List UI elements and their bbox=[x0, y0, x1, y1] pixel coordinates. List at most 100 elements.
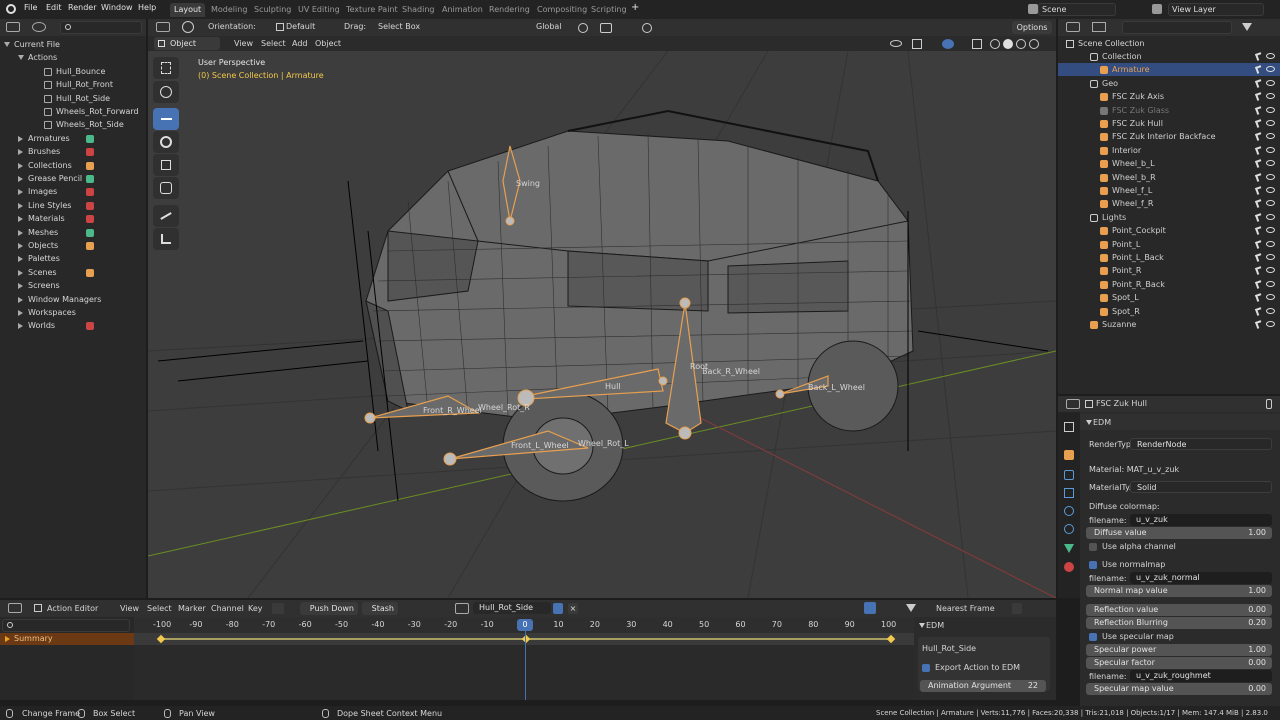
select-arrow-icon[interactable] bbox=[1254, 199, 1264, 209]
overlay-icon[interactable] bbox=[942, 39, 954, 49]
snap-icon[interactable] bbox=[600, 23, 612, 33]
proportional-icon[interactable] bbox=[1012, 603, 1022, 614]
fake-user-icon[interactable] bbox=[553, 603, 563, 614]
tab-animation[interactable]: Animation bbox=[438, 3, 487, 17]
transform-icon[interactable] bbox=[182, 21, 194, 33]
expand-arrow-right-icon[interactable] bbox=[18, 256, 23, 263]
diffuse-value-slider[interactable]: Diffuse value 1.00 bbox=[1086, 527, 1272, 539]
eye-icon[interactable] bbox=[1266, 280, 1275, 287]
eye-icon[interactable] bbox=[1266, 254, 1275, 260]
expand-arrow-right-icon[interactable] bbox=[18, 269, 23, 276]
tree-category-materials[interactable]: Materials bbox=[0, 212, 146, 225]
physics-tab-icon[interactable] bbox=[1064, 506, 1074, 516]
cursor-icon[interactable] bbox=[864, 602, 876, 614]
data-tab-icon[interactable] bbox=[1064, 544, 1074, 553]
tree-category-screens[interactable]: Screens bbox=[0, 279, 146, 292]
outliner-item[interactable]: Point_L_Back bbox=[1058, 251, 1280, 264]
expand-arrow-right-icon[interactable] bbox=[18, 135, 23, 142]
normal-value-slider[interactable]: Normal map value 1.00 bbox=[1086, 585, 1272, 597]
add-workspace-button[interactable]: + bbox=[631, 2, 639, 13]
outliner-item[interactable]: FSC Zuk Glass bbox=[1058, 104, 1280, 117]
tab-rendering[interactable]: Rendering bbox=[485, 3, 534, 17]
select-arrow-icon[interactable] bbox=[1254, 145, 1264, 155]
tree-category-workspaces[interactable]: Workspaces bbox=[0, 306, 146, 319]
outliner-item[interactable]: Point_Cockpit bbox=[1058, 224, 1280, 237]
eye-icon[interactable] bbox=[1266, 79, 1275, 86]
outliner-item[interactable]: Wheel_f_L bbox=[1058, 184, 1280, 197]
select-arrow-icon[interactable] bbox=[1254, 159, 1264, 169]
outliner-item[interactable]: FSC Zuk Axis bbox=[1058, 90, 1280, 103]
eye-icon[interactable] bbox=[1266, 294, 1275, 301]
editor-type-icon[interactable] bbox=[6, 22, 20, 32]
summary-channel[interactable]: Summary bbox=[0, 633, 134, 645]
tree-category-grease-pencil[interactable]: Grease Pencil bbox=[0, 172, 146, 185]
orientation-dropdown[interactable]: Default bbox=[286, 22, 315, 31]
filter-icon[interactable] bbox=[906, 604, 916, 612]
tab-shading[interactable]: Shading bbox=[398, 3, 439, 17]
menu-render[interactable]: Render bbox=[68, 3, 96, 12]
outliner-item[interactable]: Geo bbox=[1058, 77, 1280, 90]
outliner-item[interactable]: Wheel_b_L bbox=[1058, 157, 1280, 170]
transform-orientation-dropdown[interactable]: Global bbox=[536, 22, 562, 31]
tab-modeling[interactable]: Modeling bbox=[207, 3, 251, 17]
expand-arrow-right-icon[interactable] bbox=[18, 229, 23, 236]
outliner-item[interactable]: Suzanne bbox=[1058, 318, 1280, 331]
tree-category-images[interactable]: Images bbox=[0, 185, 146, 198]
select-arrow-icon[interactable] bbox=[1254, 119, 1264, 128]
tree-action-item[interactable]: Wheels_Rot_Forward bbox=[0, 105, 146, 118]
eye-icon[interactable] bbox=[1266, 187, 1275, 193]
tree-category-palettes[interactable]: Palettes bbox=[0, 252, 146, 265]
expand-arrow-right-icon[interactable] bbox=[18, 162, 23, 169]
editor-type-icon[interactable] bbox=[1066, 22, 1080, 32]
specular-filename-input[interactable]: u_v_zuk_roughmet bbox=[1130, 670, 1272, 682]
scene-selector[interactable]: Scene bbox=[1038, 3, 1116, 16]
viewport-canvas[interactable]: User Perspective (0) Scene Collection | … bbox=[148, 51, 1056, 598]
tab-compositing[interactable]: Compositing bbox=[533, 3, 591, 17]
tree-category-scenes[interactable]: Scenes bbox=[0, 266, 146, 279]
menu-view[interactable]: View bbox=[120, 604, 139, 613]
blender-logo-icon[interactable] bbox=[6, 4, 16, 14]
eye-icon[interactable] bbox=[1266, 66, 1275, 73]
select-arrow-icon[interactable] bbox=[1254, 266, 1264, 276]
select-arrow-icon[interactable] bbox=[1254, 132, 1264, 142]
outliner-item[interactable]: Armature bbox=[1058, 63, 1280, 77]
eye-icon[interactable] bbox=[1266, 106, 1275, 113]
select-arrow-icon[interactable] bbox=[1254, 253, 1264, 262]
eye-icon[interactable] bbox=[1266, 321, 1275, 327]
diffuse-filename-input[interactable]: u_v_zuk bbox=[1130, 514, 1272, 526]
eye-icon[interactable] bbox=[1266, 120, 1275, 126]
key-dropdown-icon[interactable] bbox=[272, 603, 284, 614]
eye-icon[interactable] bbox=[1266, 213, 1275, 220]
select-arrow-icon[interactable] bbox=[1254, 172, 1264, 182]
tree-actions[interactable]: Actions bbox=[0, 51, 146, 64]
outliner-search-input[interactable] bbox=[1122, 21, 1232, 34]
menu-add[interactable]: Add bbox=[292, 39, 308, 48]
outliner-item[interactable]: Point_R_Back bbox=[1058, 278, 1280, 291]
current-frame-badge[interactable]: 0 bbox=[517, 619, 533, 631]
expand-arrow-right-icon[interactable] bbox=[18, 323, 23, 330]
channel-search-input[interactable] bbox=[2, 619, 130, 632]
search-input[interactable] bbox=[60, 21, 142, 34]
eye-icon[interactable] bbox=[1266, 173, 1275, 180]
select-arrow-icon[interactable] bbox=[1254, 239, 1264, 249]
constraints-tab-icon[interactable] bbox=[1064, 524, 1074, 534]
eye-icon[interactable] bbox=[1266, 146, 1275, 153]
tree-category-armatures[interactable]: Armatures bbox=[0, 132, 146, 145]
expand-arrow-right-icon[interactable] bbox=[18, 216, 23, 223]
tab-texture-paint[interactable]: Texture Paint bbox=[342, 3, 402, 17]
cursor-tool-button[interactable] bbox=[153, 81, 179, 103]
tool-tab-icon[interactable] bbox=[1064, 422, 1074, 432]
display-mode-icon[interactable] bbox=[1092, 22, 1106, 32]
tree-action-item[interactable]: Hull_Bounce bbox=[0, 65, 146, 78]
reflection-value-slider[interactable]: Reflection value 0.00 bbox=[1086, 604, 1272, 616]
expand-arrow-right-icon[interactable] bbox=[18, 149, 23, 156]
object-tab-icon[interactable] bbox=[1064, 450, 1074, 460]
visibility-icon[interactable] bbox=[890, 40, 902, 47]
expand-arrow-right-icon[interactable] bbox=[18, 243, 23, 249]
eye-icon[interactable] bbox=[1266, 240, 1275, 247]
menu-select[interactable]: Select bbox=[261, 39, 286, 48]
editor-type-icon[interactable] bbox=[8, 603, 22, 613]
reflection-blur-slider[interactable]: Reflection Blurring 0.20 bbox=[1086, 617, 1272, 629]
menu-marker[interactable]: Marker bbox=[178, 604, 206, 613]
tree-category-objects[interactable]: Objects bbox=[0, 239, 146, 252]
